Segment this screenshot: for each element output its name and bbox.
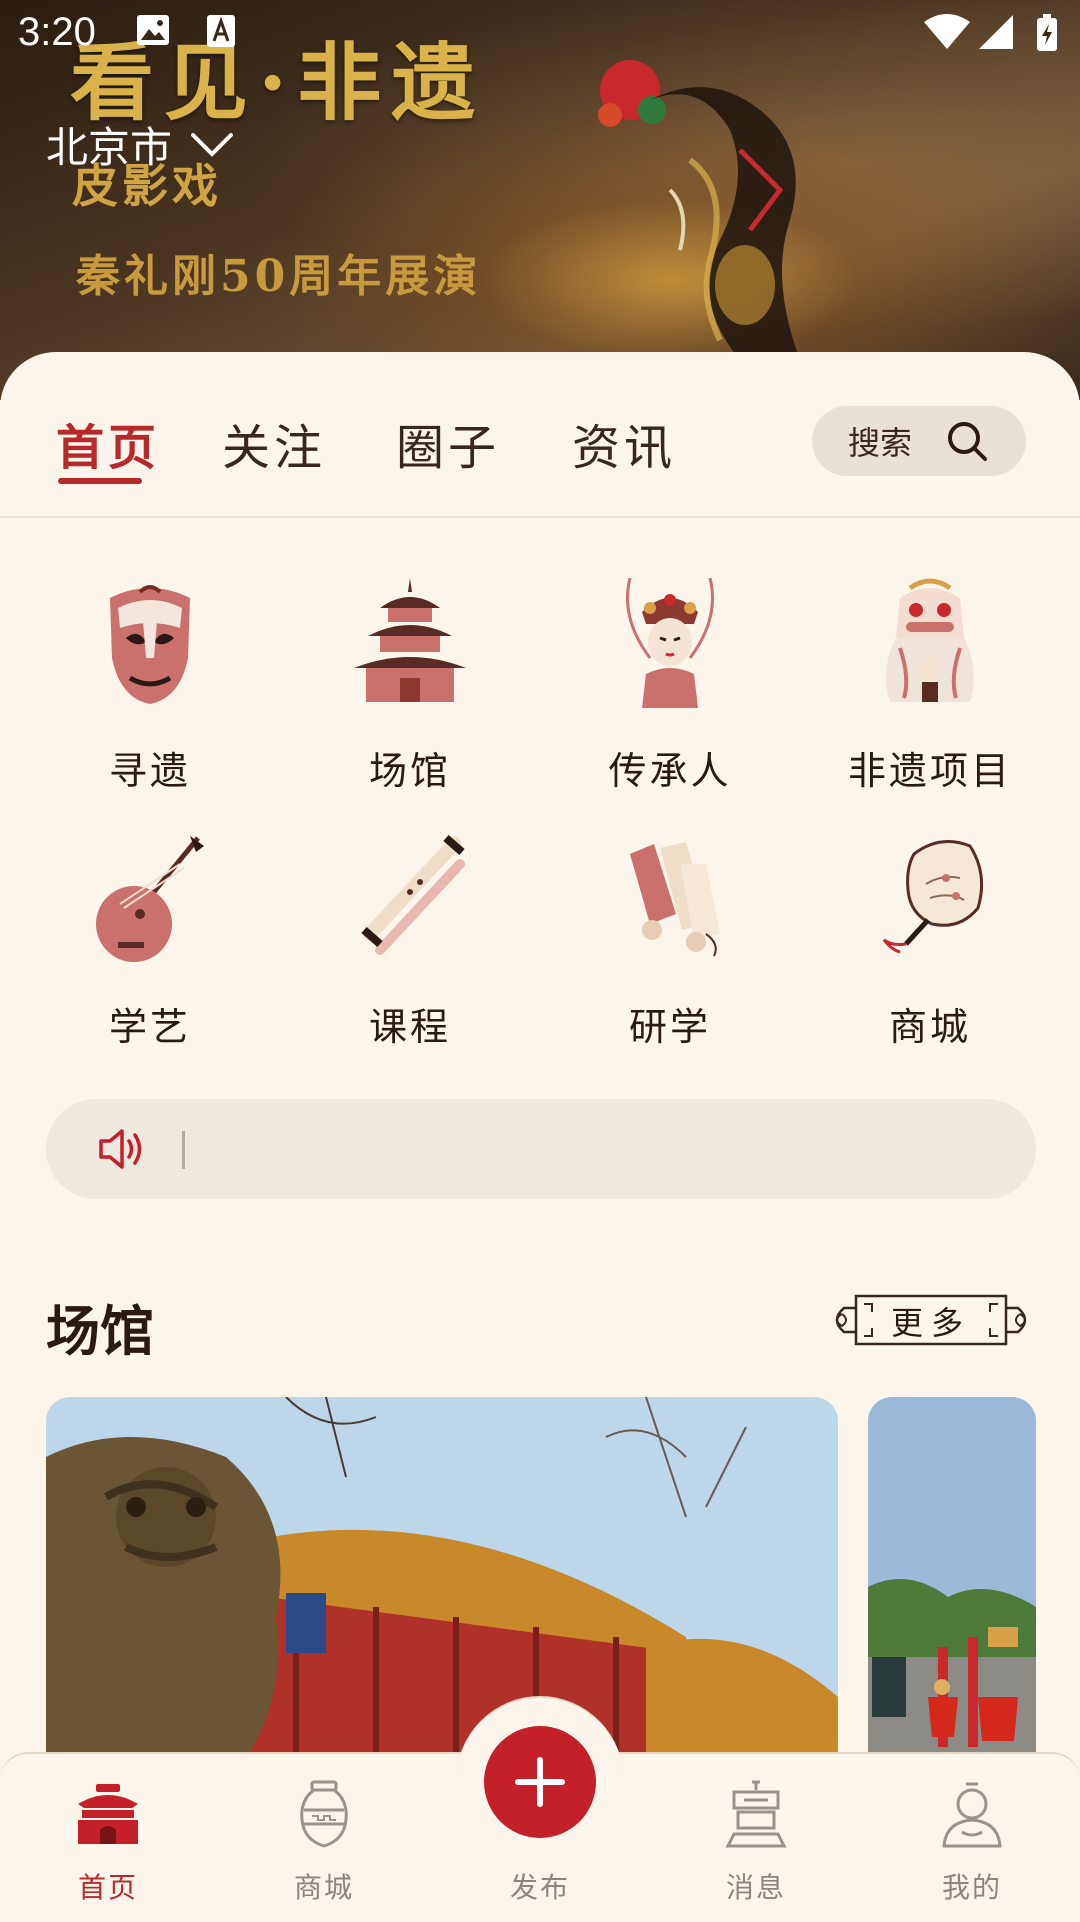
battery-icon [1037, 14, 1057, 51]
notice-divider [182, 1131, 185, 1169]
speaker-icon [99, 1129, 142, 1169]
grid-item-xunyi[interactable]: 寻遗 [20, 578, 280, 798]
grid-item-heritage-project[interactable]: 非遗项目 [800, 578, 1060, 798]
pipa-icon [96, 836, 204, 962]
section-title: 场馆 [46, 1299, 154, 1363]
banner-caption: 秦礼刚50周年展演 [76, 251, 482, 302]
venue-card[interactable] [46, 1397, 838, 1757]
nav-mall[interactable]: 商城 [244, 1770, 404, 1910]
grid-item-venue[interactable]: 场馆 [280, 578, 540, 798]
grid-label: 传承人 [608, 749, 732, 793]
nav-label: 发布 [509, 1871, 570, 1904]
flute-icon [361, 834, 465, 955]
tab-circle[interactable]: 圈子 [396, 408, 500, 478]
hero-banner[interactable]: 看见·非遗 皮影戏 秦礼刚50周年展演 [0, 0, 1080, 400]
chevron-down-icon [191, 132, 234, 157]
grid-label: 商城 [888, 1005, 971, 1049]
search-icon [948, 422, 988, 461]
more-label: 更多 [890, 1304, 971, 1342]
grid-label: 研学 [628, 1005, 711, 1049]
nav-label: 消息 [725, 1871, 786, 1904]
venue-card[interactable] [868, 1397, 1036, 1757]
grid-item-course[interactable]: 课程 [280, 834, 540, 1054]
signal-icon [979, 15, 1013, 49]
grid-item-learn-craft[interactable]: 学艺 [20, 834, 280, 1054]
nav-label: 首页 [77, 1871, 138, 1904]
grid-item-inheritor[interactable]: 传承人 [540, 578, 800, 798]
grid-item-study-tour[interactable]: 研学 [540, 834, 800, 1054]
nav-label: 我的 [941, 1871, 1002, 1904]
opera-performer-icon [626, 578, 714, 708]
nav-messages[interactable]: 消息 [676, 1770, 836, 1910]
grid-label: 学艺 [108, 1005, 191, 1049]
nav-publish[interactable]: 发布 [460, 1770, 620, 1910]
wifi-icon [924, 14, 970, 49]
vase-icon [300, 1780, 348, 1848]
city-label: 北京市 [46, 123, 173, 172]
nav-label: 商城 [293, 1871, 354, 1904]
venue-photo [46, 1397, 838, 1757]
fan-icon [882, 840, 984, 954]
scrolls-icon [630, 842, 720, 957]
status-time: 3:20 [18, 10, 96, 54]
main-panel: 首页 关注 圈子 资讯 搜索 寻遗 场馆 传承人 非遗项目 学艺 课程 研学 商… [0, 352, 1080, 1757]
opera-mask-icon [110, 585, 190, 704]
search-label: 搜索 [848, 424, 913, 462]
city-selector[interactable]: 北京市 [46, 114, 234, 175]
tab-follow[interactable]: 关注 [222, 408, 326, 478]
gallery-notification-icon [137, 15, 169, 45]
grid-label: 非遗项目 [847, 749, 1012, 793]
message-icon [725, 1780, 787, 1848]
active-tab-indicator [58, 478, 142, 484]
lion-dance-icon [886, 578, 974, 702]
grid-label: 课程 [368, 1005, 451, 1049]
grid-label: 场馆 [368, 749, 451, 793]
grid-item-mall[interactable]: 商城 [800, 834, 1060, 1054]
tab-news[interactable]: 资讯 [572, 408, 676, 478]
nav-home[interactable]: 首页 [28, 1770, 188, 1910]
notice-bar[interactable] [46, 1099, 1036, 1199]
text-notification-icon [207, 15, 235, 47]
search-button[interactable]: 搜索 [812, 406, 1026, 476]
top-tabs: 首页 关注 圈子 资讯 搜索 [0, 352, 1080, 518]
temple-icon [354, 578, 466, 702]
shadow-puppet-image [598, 60, 800, 360]
home-pavilion-icon [78, 1784, 138, 1844]
venue-photo [868, 1397, 1036, 1757]
grid-label: 寻遗 [108, 749, 191, 793]
nav-profile[interactable]: 我的 [892, 1770, 1052, 1910]
profile-icon [942, 1782, 1002, 1848]
tab-home[interactable]: 首页 [56, 408, 160, 478]
more-button[interactable]: 更多 [826, 1292, 1036, 1348]
